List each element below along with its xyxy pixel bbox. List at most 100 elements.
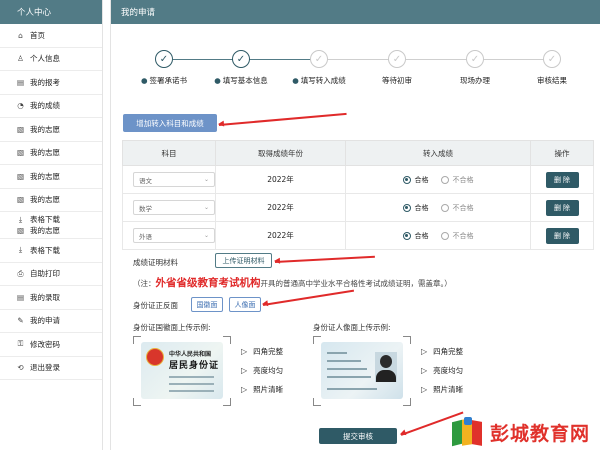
- wish-doc-icon: ▧: [16, 226, 25, 235]
- table-row: 数学 ⌄ 2022年 合格 不合格 删 除: [122, 193, 594, 222]
- sidebar-item-download[interactable]: ⤓ 表格下载: [0, 239, 102, 263]
- page-title: 我的申请: [111, 0, 600, 24]
- delete-button[interactable]: 删 除: [545, 171, 579, 188]
- step-sign-pledge: ✓ ● 签署承诺书: [124, 50, 204, 86]
- sidebar-item-download-group[interactable]: ⤓ 表格下载 ▧ 我的志愿: [0, 212, 102, 239]
- step-label: 等待初审: [382, 76, 412, 85]
- national-emblem-icon: [146, 348, 164, 366]
- fail-radio[interactable]: 不合格: [440, 175, 474, 185]
- sidebar-item-wish-3[interactable]: ▧ 我的志愿: [0, 165, 102, 189]
- delete-button[interactable]: 删 除: [545, 227, 579, 244]
- column-header-action: 操作: [530, 140, 594, 166]
- sidebar-item-scores[interactable]: ◔ 我的成绩: [0, 95, 102, 118]
- site-logo: 彭城教育网: [452, 414, 600, 450]
- sidebar-item-label: 我的志愿: [30, 148, 60, 158]
- annotation-arrow: [262, 289, 354, 306]
- sidebar-item-logout[interactable]: ⟲ 退出登录: [0, 357, 102, 380]
- sidebar-item-label: 我的录取: [30, 292, 60, 302]
- step-label: 填写基本信息: [222, 76, 268, 85]
- sidebar-item-label: 表格下载: [30, 215, 60, 224]
- step-label: 现场办理: [460, 76, 490, 85]
- emblem-side-button[interactable]: 国徽面: [191, 297, 223, 312]
- requirement-item: ▷ 四角完整: [421, 347, 464, 356]
- play-icon: ▷: [421, 347, 428, 356]
- sidebar-item-print[interactable]: ⎙ 自助打印: [0, 263, 102, 286]
- step-transfer-scores: ✓ ● 填写转入成绩: [279, 50, 359, 86]
- sidebar-item-password[interactable]: ⚿ 修改密码: [0, 333, 102, 357]
- note-highlight: 外省省级教育考试机构: [155, 277, 261, 289]
- emblem-sample-frame: 中华人民共和国 居民身份证: [133, 336, 231, 406]
- sidebar-item-application[interactable]: ✎ 我的申请: [0, 310, 102, 333]
- requirement-item: ▷ 亮度均匀: [421, 366, 464, 375]
- year-cell: 2022年: [215, 221, 346, 250]
- subject-select[interactable]: 数学 ⌄: [133, 200, 215, 215]
- sidebar-item-label: 我的成绩: [30, 101, 60, 111]
- check-icon: ✓: [543, 50, 561, 68]
- sidebar-item-label: 我的志愿: [30, 171, 60, 181]
- emblem-requirements: ▷ 四角完整 ▷ 亮度均匀 ▷ 照片清晰: [241, 342, 283, 399]
- step-label: 签署承诺书: [149, 76, 188, 85]
- fail-radio[interactable]: 不合格: [440, 231, 474, 241]
- column-header-score: 转入成绩: [345, 140, 531, 166]
- portrait-requirements: ▷ 四角完整 ▷ 亮度均匀 ▷ 照片清晰: [421, 342, 463, 399]
- application-icon: ✎: [17, 316, 24, 326]
- play-icon: ▷: [241, 385, 248, 394]
- subject-select[interactable]: 外语 ⌄: [133, 228, 215, 243]
- pass-radio[interactable]: 合格: [402, 231, 429, 241]
- annotation-arrow: [218, 112, 347, 126]
- sidebar-item-label: 表格下载: [30, 245, 60, 255]
- sidebar: 个人中心 ⌂ 首页 ♙ 个人信息 ▤ 我的报考 ◔ 我的成绩 ▧ 我的志愿 ▧ 我的志愿 ▧…: [0, 0, 103, 450]
- sidebar-item-admission[interactable]: ▤ 我的录取: [0, 286, 102, 310]
- upload-material-button[interactable]: 上传证明材料: [215, 253, 272, 268]
- score-chart-icon: ◔: [17, 101, 24, 111]
- annotation-arrow: [274, 255, 375, 263]
- portrait-photo: [375, 352, 397, 382]
- pass-radio[interactable]: 合格: [402, 203, 429, 213]
- admission-icon: ▤: [16, 292, 25, 302]
- book-logo-icon: [452, 417, 484, 447]
- portrait-sample-frame: [313, 336, 411, 406]
- sidebar-item-label: 首页: [30, 30, 45, 40]
- year-cell: 2022年: [215, 193, 346, 222]
- step-result: ✓ 审核结果: [512, 50, 592, 86]
- sidebar-item-profile[interactable]: ♙ 个人信息: [0, 48, 102, 71]
- add-subject-score-button[interactable]: 增加转入科目和成绩: [123, 114, 217, 132]
- check-icon: ✓: [232, 50, 250, 68]
- table-row: 语文 ⌄ 2022年 合格 不合格 删 除: [122, 165, 594, 194]
- play-icon: ▷: [421, 366, 428, 375]
- check-icon: ✓: [155, 50, 173, 68]
- download-icon: ⤓: [18, 214, 23, 224]
- step-onsite: ✓ 现场办理: [435, 50, 515, 86]
- submit-review-button[interactable]: 提交审核: [319, 428, 397, 444]
- registration-icon: ▤: [16, 77, 25, 87]
- logout-icon: ⟲: [17, 363, 24, 373]
- sidebar-item-wish-2[interactable]: ▧ 我的志愿: [0, 142, 102, 165]
- progress-stepper: ✓ ● 签署承诺书 ✓ ● 填写基本信息 ✓ ● 填写转入成绩 ✓ 等待初审 ✓ 现场…: [111, 50, 600, 90]
- column-header-subject: 科目: [122, 140, 216, 166]
- chevron-down-icon: ⌄: [203, 176, 209, 183]
- sidebar-item-registration[interactable]: ▤ 我的报考: [0, 71, 102, 95]
- sidebar-item-label: 我的报考: [30, 77, 60, 87]
- portrait-sample-title: 身份证人像面上传示例:: [313, 323, 391, 332]
- pass-radio[interactable]: 合格: [402, 175, 429, 185]
- printer-icon: ⎙: [17, 268, 24, 278]
- subject-select[interactable]: 语文 ⌄: [133, 172, 215, 187]
- fail-radio[interactable]: 不合格: [440, 203, 474, 213]
- wish-doc-icon: ▧: [16, 195, 25, 205]
- table-row: 外语 ⌄ 2022年 合格 不合格 删 除: [122, 221, 594, 250]
- main-panel: 我的申请 ✓ ● 签署承诺书 ✓ ● 填写基本信息 ✓ ● 填写转入成绩 ✓ 等待初审…: [110, 0, 600, 450]
- chevron-down-icon: ⌄: [203, 204, 209, 211]
- sidebar-item-label: 退出登录: [30, 363, 60, 373]
- material-label: 成绩证明材料: [133, 258, 178, 267]
- sidebar-item-label: 修改密码: [30, 339, 60, 349]
- sidebar-item-wish-4[interactable]: ▧ 我的志愿: [0, 189, 102, 212]
- portrait-side-button[interactable]: 人像面: [229, 297, 261, 312]
- sidebar-item-label: 我的志愿: [30, 226, 60, 235]
- sidebar-item-wish-1[interactable]: ▧ 我的志愿: [0, 118, 102, 142]
- delete-button[interactable]: 删 除: [545, 199, 579, 216]
- sidebar-item-label: 个人信息: [30, 54, 60, 64]
- step-label: 填写转入成绩: [300, 76, 346, 85]
- check-icon: ✓: [310, 50, 328, 68]
- sidebar-item-home[interactable]: ⌂ 首页: [0, 24, 102, 48]
- idcard-emblem-sample: 中华人民共和国 居民身份证: [141, 342, 223, 399]
